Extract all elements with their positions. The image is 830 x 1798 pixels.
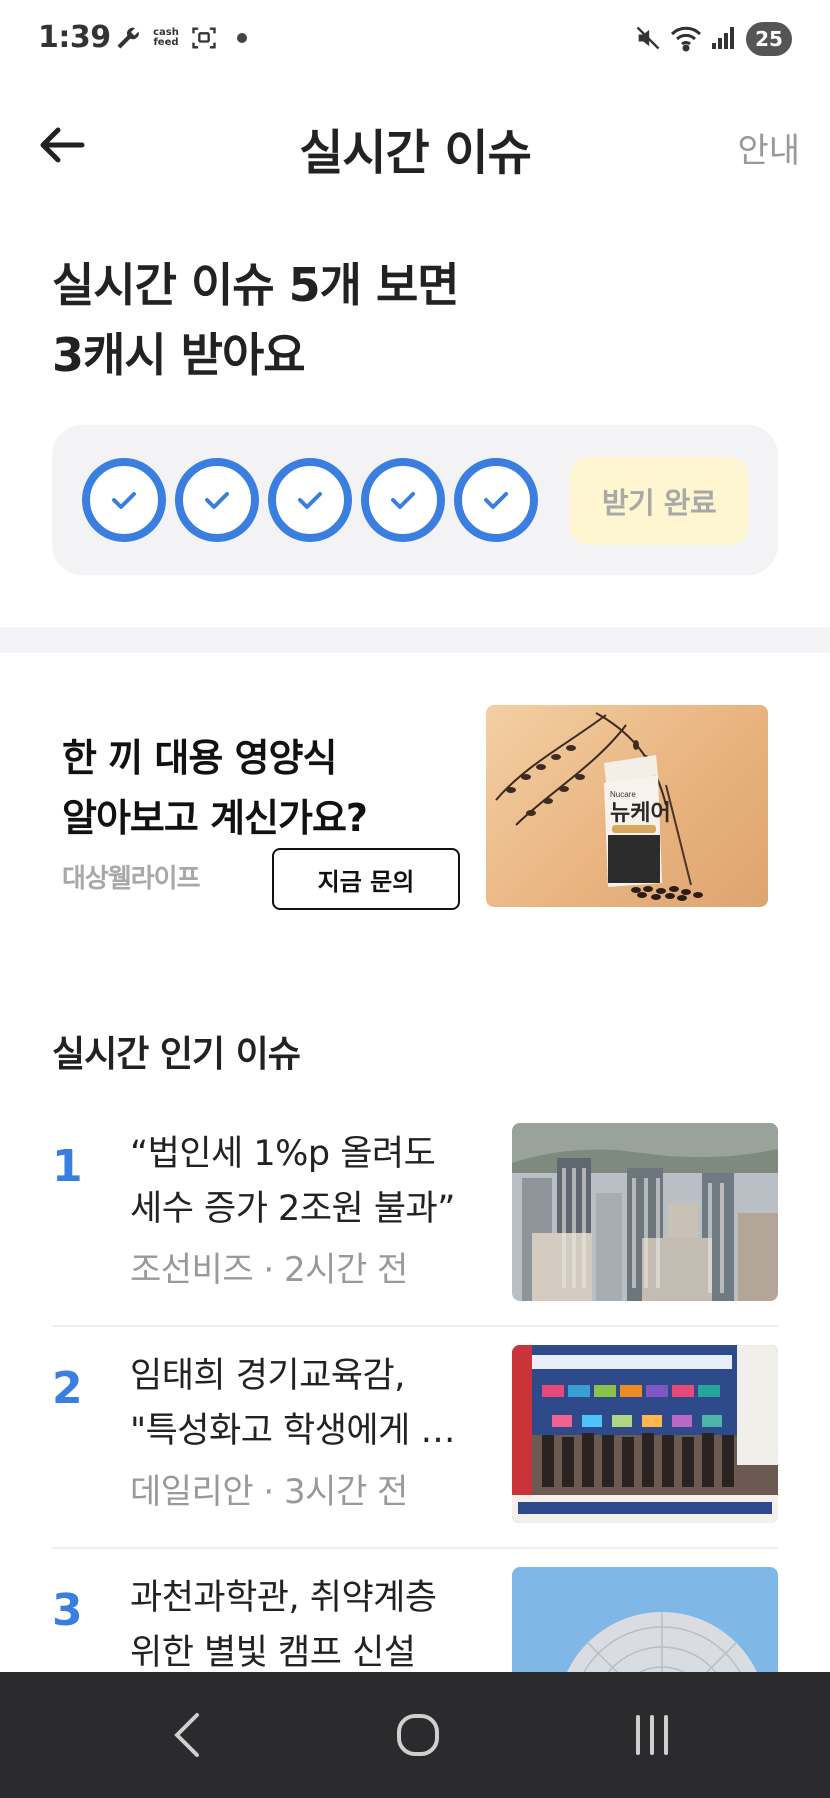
- issue-title: 임태희 경기교육감, "특성화고 학생에게 …: [130, 1356, 455, 1451]
- app-header: 실시간 이슈 안내: [0, 95, 830, 195]
- mute-icon: [632, 22, 664, 54]
- wifi-icon: [668, 22, 704, 54]
- nav-recents-button[interactable]: [607, 1700, 697, 1770]
- issue-rank: 3: [52, 1585, 83, 1636]
- receive-complete-button[interactable]: 받기 완료: [570, 457, 748, 545]
- issue-thumbnail: [512, 1123, 778, 1301]
- reward-progress-card: 받기 완료: [52, 425, 778, 575]
- nav-home-icon: [397, 1714, 439, 1756]
- issue-item-2[interactable]: 2 임태희 경기교육감, "특성화고 학생에게 … 데일리안 · 3시간 전: [52, 1327, 778, 1549]
- screenshot-icon: [188, 22, 220, 54]
- nutrition-product-illustration: Nucare 뉴케어: [495, 712, 703, 901]
- progress-step-1: [82, 458, 166, 542]
- cashfeed-icon: cash feed: [153, 27, 179, 48]
- event-stage-photo: [512, 1345, 778, 1523]
- nav-back-button[interactable]: [142, 1700, 232, 1770]
- issue-rank: 2: [52, 1363, 83, 1414]
- signal-icon: [708, 22, 738, 54]
- issue-meta: 데일리안 · 3시간 전: [130, 1472, 408, 1512]
- reward-heading: 실시간 이슈 5개 보면 3캐시 받아요: [52, 250, 460, 390]
- ad-product-image[interactable]: Nucare 뉴케어: [486, 705, 768, 907]
- popular-issues-title: 실시간 인기 이슈: [52, 1034, 301, 1075]
- ad-headline-line1: 한 끼 대용 영양식: [62, 736, 337, 780]
- system-nav-bar: [0, 1672, 830, 1798]
- check-icon: [484, 492, 508, 509]
- progress-step-4: [361, 458, 445, 542]
- issue-title: “법인세 1%p 올려도 세수 증가 2조원 불과”: [130, 1134, 455, 1229]
- guide-link[interactable]: 안내: [737, 123, 800, 172]
- reward-heading-line2: 3캐시 받아요: [52, 328, 306, 382]
- wrench-icon: [112, 22, 144, 54]
- issue-meta: 조선비즈 · 2시간 전: [130, 1250, 408, 1290]
- nav-back-icon: [174, 1713, 199, 1757]
- nav-home-button[interactable]: [373, 1700, 463, 1770]
- progress-step-2: [175, 458, 259, 542]
- ad-headline: 한 끼 대용 영양식 알아보고 계신가요?: [62, 728, 368, 848]
- check-icon: [112, 492, 136, 509]
- notification-dot-icon: [236, 22, 248, 54]
- product-name-label: 뉴케어: [610, 801, 671, 826]
- check-icon: [205, 492, 229, 509]
- status-bar: 1:39 cash feed 25: [0, 0, 830, 80]
- issue-title: 과천과학관, 취약계층 위한 별빛 캠프 신설: [130, 1578, 437, 1673]
- issue-thumbnail: [512, 1345, 778, 1523]
- page-title: 실시간 이슈: [299, 125, 532, 181]
- issue-item-1[interactable]: 1 “법인세 1%p 올려도 세수 증가 2조원 불과” 조선비즈 · 2시간 …: [52, 1105, 778, 1327]
- battery-indicator: 25: [746, 22, 792, 56]
- ad-inquire-button[interactable]: 지금 문의: [272, 848, 460, 910]
- check-icon: [391, 492, 415, 509]
- reward-heading-line1: 실시간 이슈 5개 보면: [52, 258, 460, 312]
- ad-headline-line2: 알아보고 계신가요?: [62, 796, 368, 840]
- progress-step-5: [454, 458, 538, 542]
- nav-recents-icon: [636, 1715, 668, 1755]
- ad-brand: 대상웰라이프: [62, 864, 201, 894]
- status-time: 1:39: [38, 20, 111, 55]
- city-skyline-photo: [512, 1123, 778, 1301]
- check-icon: [298, 492, 322, 509]
- product-brand-label: Nucare: [610, 790, 636, 799]
- progress-step-3: [268, 458, 352, 542]
- issue-rank: 1: [52, 1141, 83, 1192]
- section-divider: [0, 627, 830, 653]
